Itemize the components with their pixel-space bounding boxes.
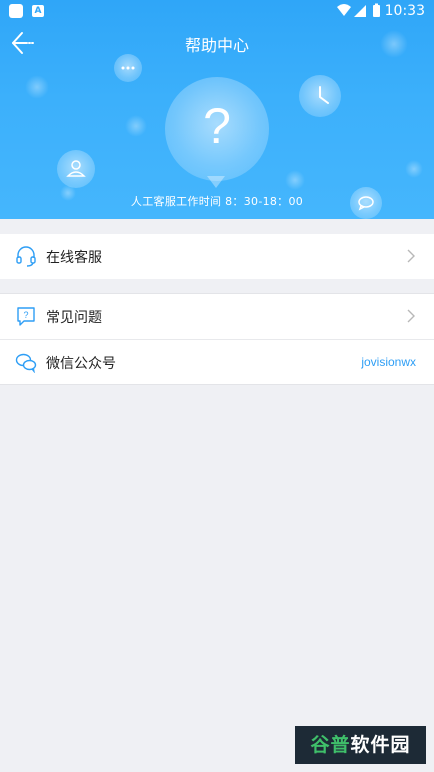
signal-battery-icons	[337, 3, 380, 17]
wechat-label: 微信公众号	[46, 356, 116, 372]
help-options-card: ? 常见问题 微信公众号 jovisionwx	[0, 293, 434, 385]
question-chat-icon: ?	[17, 307, 35, 326]
svg-text:?: ?	[23, 310, 28, 320]
bubble-tail	[207, 176, 225, 188]
question-mark: ?	[203, 98, 231, 154]
chat-dots-bubble-icon	[114, 54, 142, 82]
watermark-part1: 谷普	[310, 734, 351, 756]
clock-bubble-icon	[299, 75, 341, 117]
status-time: 10:33	[384, 3, 425, 19]
user-bubble-icon	[57, 150, 95, 188]
faq-label: 常见问题	[46, 310, 102, 326]
headset-icon	[16, 246, 36, 267]
wechat-account-value: jovisionwx	[361, 355, 416, 369]
online-service-card: 在线客服	[0, 234, 434, 279]
online-service-label: 在线客服	[46, 250, 102, 266]
faq-row[interactable]: ? 常见问题	[0, 294, 434, 339]
work-hours-text: 人工客服工作时间 8：30-18：00	[130, 195, 304, 208]
page-title: 帮助中心	[184, 36, 249, 55]
a-notification-icon: A	[32, 5, 44, 17]
watermark-part2: 软件园	[350, 734, 411, 756]
chevron-right-icon	[407, 249, 415, 263]
wechat-row[interactable]: 微信公众号 jovisionwx	[0, 339, 434, 384]
status-bar: A 10:33	[0, 0, 434, 22]
app-notification-icon	[9, 4, 23, 18]
chevron-right-icon	[407, 309, 415, 323]
online-service-row[interactable]: 在线客服	[0, 234, 434, 279]
wechat-icon	[15, 353, 37, 373]
watermark-logo: 谷普软件园	[295, 726, 426, 764]
